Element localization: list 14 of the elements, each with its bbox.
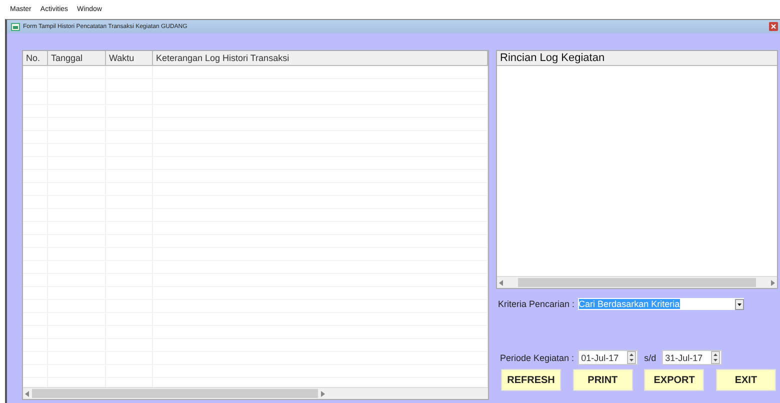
column-header[interactable]: Waktu	[106, 51, 153, 65]
date-field[interactable]: 31-Jul-17	[662, 350, 722, 365]
separator-label: s/d	[643, 352, 658, 362]
action-button[interactable]: REFRESH	[501, 369, 561, 391]
date-field[interactable]: 01-Jul-17	[578, 350, 638, 365]
column-header[interactable]: Keterangan Log Histori Transaksi	[153, 51, 488, 65]
action-button[interactable]: PRINT	[572, 369, 633, 391]
criteria-label: Kriteria Pencarian :	[498, 299, 575, 309]
column-header[interactable]: Tanggal	[48, 51, 106, 65]
panel-title: Rincian Log Kegiatan	[497, 51, 777, 66]
action-button[interactable]: EXPORT	[644, 369, 704, 391]
column-header[interactable]: No.	[23, 51, 48, 65]
action-button[interactable]: EXIT	[716, 369, 776, 391]
period-label: Periode Kegiatan :	[500, 352, 574, 362]
